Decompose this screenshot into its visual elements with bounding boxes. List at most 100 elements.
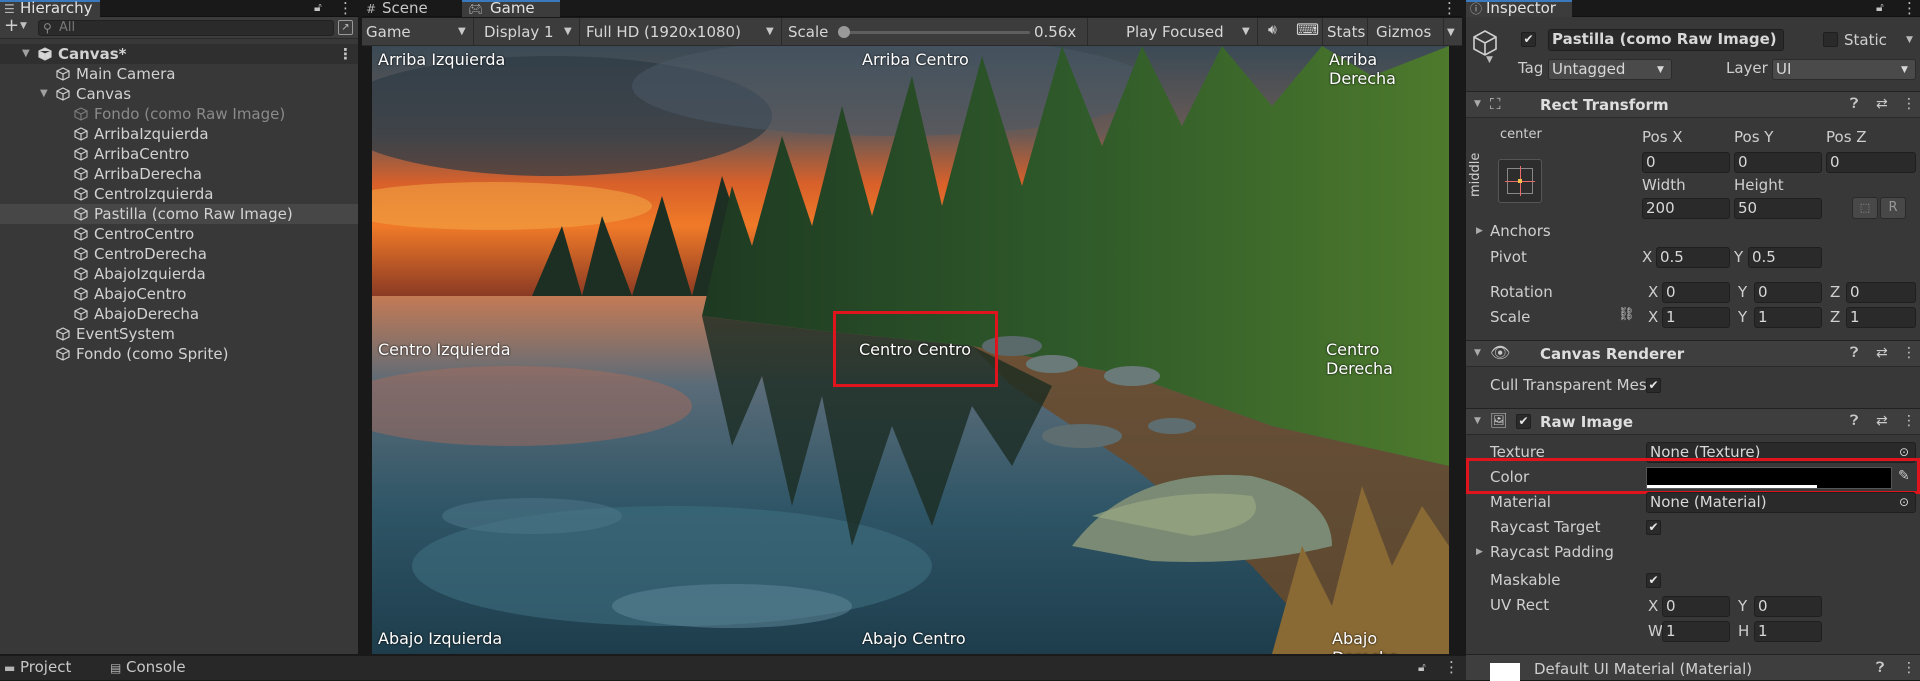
cull-transparent-checkbox[interactable]: ✔ — [1646, 378, 1661, 393]
maskable-checkbox[interactable]: ✔ — [1646, 573, 1661, 588]
hierarchy-search-input[interactable]: ⚲ All — [38, 20, 334, 36]
hierarchy-item[interactable]: Fondo (como Raw Image) — [0, 104, 358, 124]
chevron-right-icon[interactable]: ▶ — [1476, 547, 1483, 557]
raycast-target-checkbox[interactable]: ✔ — [1646, 520, 1661, 535]
more-options-icon[interactable]: ⋮ — [1902, 660, 1916, 676]
rot-z-input[interactable]: 0 — [1846, 282, 1916, 303]
scale-y-input[interactable]: 1 — [1754, 307, 1822, 328]
link-icon[interactable]: ⛓ — [1618, 307, 1635, 322]
tab-game[interactable]: 🎮︎ Game — [462, 0, 560, 17]
tab-inspector[interactable]: ⓘ Inspector — [1466, 0, 1572, 17]
chevron-down-icon[interactable]: ▼ — [1486, 55, 1493, 65]
chevron-down-icon[interactable]: ▼ — [20, 21, 27, 31]
tag-dropdown[interactable]: Untagged ▼ — [1548, 59, 1672, 80]
uv-h-input[interactable]: 1 — [1754, 621, 1822, 642]
posz-input[interactable]: 0 — [1826, 152, 1916, 173]
stats-button[interactable]: Stats — [1322, 18, 1368, 46]
hierarchy-item[interactable]: Fondo (como Sprite) — [0, 344, 358, 364]
more-options-icon[interactable]: ⋮ — [338, 44, 353, 64]
preset-icon[interactable]: ⇄ — [1876, 413, 1888, 429]
hierarchy-item[interactable]: CentroCentro — [0, 224, 358, 244]
scale-slider-track[interactable] — [838, 31, 1030, 34]
more-options-icon[interactable]: ⋮ — [1902, 345, 1916, 361]
rect-transform-header[interactable]: ▼ ⛶ Rect Transform ❓︎ ⇄ ⋮ — [1466, 91, 1920, 118]
keyboard-icon[interactable]: ⌨ — [1296, 20, 1319, 39]
scale-slider-thumb[interactable] — [838, 26, 850, 38]
hierarchy-item[interactable]: ▼ Canvas — [0, 84, 358, 104]
scale-x-input[interactable]: 1 — [1662, 307, 1730, 328]
hierarchy-item[interactable]: CentroIzquierda — [0, 184, 358, 204]
static-checkbox[interactable] — [1823, 32, 1838, 47]
pivot-x-input[interactable]: 0.5 — [1656, 247, 1730, 268]
more-options-icon[interactable]: ⋮ — [1902, 0, 1917, 17]
canvas-renderer-header[interactable]: ▼ 👁︎ Canvas Renderer ❓︎ ⇄ ⋮ — [1466, 340, 1920, 367]
material-field[interactable]: None (Material) ⊙ — [1646, 492, 1916, 513]
lock-icon[interactable]: 🔓︎ — [314, 0, 322, 15]
hierarchy-item[interactable]: Pastilla (como Raw Image) — [0, 204, 358, 224]
posy-input[interactable]: 0 — [1734, 152, 1822, 173]
rot-x-input[interactable]: 0 — [1662, 282, 1730, 303]
uv-y-input[interactable]: 0 — [1754, 596, 1822, 617]
lock-icon[interactable]: 🔓︎ — [1876, 0, 1884, 15]
anchors-label[interactable]: Anchors — [1490, 222, 1551, 240]
game-view[interactable]: Arriba Izquierda Arriba Centro Arriba De… — [372, 46, 1449, 654]
uv-w-input[interactable]: 1 — [1662, 621, 1730, 642]
object-picker-icon[interactable]: ⊙ — [1899, 493, 1909, 512]
preset-icon[interactable]: ⇄ — [1876, 345, 1888, 361]
uv-x-input[interactable]: 0 — [1662, 596, 1730, 617]
anchor-presets-button[interactable] — [1498, 159, 1542, 203]
lock-icon[interactable]: 🔓︎ — [1418, 660, 1426, 675]
more-options-icon[interactable]: ⋮ — [1902, 96, 1916, 112]
tab-scene[interactable]: # Scene — [362, 0, 460, 17]
rot-y-input[interactable]: 0 — [1754, 282, 1822, 303]
pivot-y-input[interactable]: 0.5 — [1748, 247, 1822, 268]
help-icon[interactable]: ❓︎ — [1850, 96, 1858, 112]
hierarchy-item[interactable]: AbajoCentro — [0, 284, 358, 304]
raw-image-header[interactable]: ▼ 🖼︎ ✔ Raw Image ❓︎ ⇄ ⋮ — [1466, 408, 1920, 435]
more-options-icon[interactable]: ⋮ — [1444, 658, 1459, 676]
scene-visibility-icon[interactable]: ↗ — [338, 20, 353, 35]
width-input[interactable]: 200 — [1642, 198, 1730, 219]
help-icon[interactable]: ❓︎ — [1850, 413, 1858, 429]
object-name-input[interactable]: Pastilla (como Raw Image) — [1548, 29, 1784, 51]
fold-arrow-icon[interactable]: ▼ — [40, 84, 48, 104]
hierarchy-item[interactable]: AbajoDerecha — [0, 304, 358, 324]
tab-project[interactable]: ▬ Project — [0, 659, 96, 676]
help-icon[interactable]: ❓︎ — [1876, 660, 1884, 676]
height-input[interactable]: 50 — [1734, 198, 1822, 219]
more-options-icon[interactable]: ⋮ — [1442, 0, 1457, 17]
tab-console[interactable]: ▤ Console — [106, 659, 206, 676]
material-footer[interactable]: Default UI Material (Material) ❓︎ ⋮ — [1466, 654, 1920, 681]
preset-icon[interactable]: ⇄ — [1876, 96, 1888, 112]
more-options-icon[interactable]: ⋮ — [1902, 413, 1916, 429]
display-dropdown[interactable]: Display 1 ▼ — [480, 18, 580, 46]
more-options-icon[interactable]: ⋮ — [338, 0, 353, 17]
chevron-down-icon[interactable]: ▼ — [1906, 35, 1913, 45]
chevron-down-icon[interactable]: ▼ — [1447, 27, 1455, 38]
blueprint-mode-button[interactable]: ⬚ — [1852, 197, 1878, 219]
raycast-padding-label[interactable]: Raycast Padding — [1490, 543, 1614, 561]
active-checkbox[interactable]: ✔ — [1521, 32, 1536, 47]
audio-icon[interactable]: 🔊︎ — [1268, 22, 1277, 38]
layer-dropdown[interactable]: UI ▼ — [1772, 59, 1916, 80]
add-icon[interactable]: + — [4, 15, 19, 36]
posx-input[interactable]: 0 — [1642, 152, 1730, 173]
game-mode-dropdown[interactable]: Game ▼ — [362, 18, 474, 46]
resolution-dropdown[interactable]: Full HD (1920x1080) ▼ — [582, 18, 782, 46]
chevron-right-icon[interactable]: ▶ — [1476, 226, 1483, 236]
hierarchy-item[interactable]: EventSystem — [0, 324, 358, 344]
raw-image-enabled-checkbox[interactable]: ✔ — [1516, 414, 1531, 429]
fold-arrow-icon[interactable]: ▼ — [22, 44, 30, 64]
hierarchy-item[interactable]: ArribaIzquierda — [0, 124, 358, 144]
hierarchy-item[interactable]: AbajoIzquierda — [0, 264, 358, 284]
hierarchy-item[interactable]: ▼ Canvas* ⋮ — [0, 44, 358, 64]
help-icon[interactable]: ❓︎ — [1850, 345, 1858, 361]
scale-z-input[interactable]: 1 — [1846, 307, 1916, 328]
hierarchy-item[interactable]: ArribaDerecha — [0, 164, 358, 184]
raw-edit-button[interactable]: R — [1880, 197, 1906, 219]
hierarchy-item[interactable]: ArribaCentro — [0, 144, 358, 164]
play-mode-dropdown[interactable]: Play Focused ▼ — [1122, 18, 1258, 46]
hierarchy-item[interactable]: Main Camera — [0, 64, 358, 84]
gizmos-dropdown[interactable]: Gizmos — [1372, 18, 1444, 46]
hierarchy-item[interactable]: CentroDerecha — [0, 244, 358, 264]
